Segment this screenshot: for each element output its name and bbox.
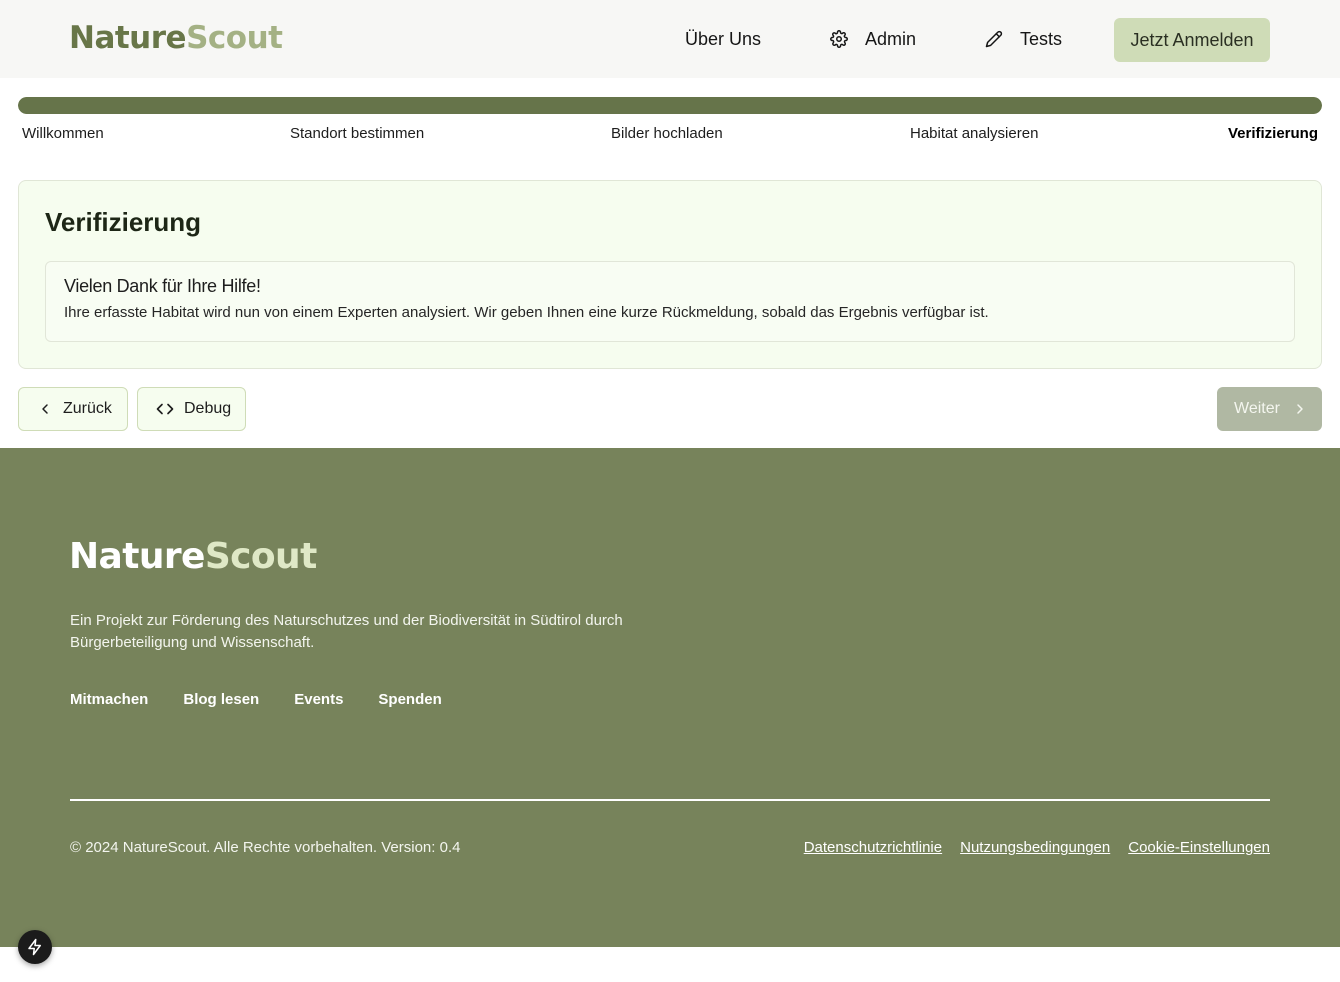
- thank-you-alert: Vielen Dank für Ihre Hilfe! Ihre erfasst…: [45, 261, 1295, 342]
- card-title: Verifizierung: [45, 207, 202, 237]
- step-standort[interactable]: Standort bestimmen: [290, 125, 424, 142]
- footer-nav: Mitmachen Blog lesen Events Spenden: [70, 691, 442, 708]
- cookie-settings-link[interactable]: Cookie-Einstellungen: [1128, 839, 1270, 856]
- site-header: NatureScout Über Uns Admin Tests Jetzt A…: [0, 0, 1340, 78]
- pencil-icon: [985, 30, 1003, 48]
- next-button[interactable]: Weiter: [1217, 387, 1322, 431]
- nav-admin-label: Admin: [865, 28, 917, 49]
- logo[interactable]: NatureScout: [69, 18, 283, 58]
- logo-text-nature: Nature: [69, 20, 187, 56]
- footer-divider: [70, 799, 1270, 801]
- step-willkommen[interactable]: Willkommen: [22, 125, 104, 142]
- alert-title: Vielen Dank für Ihre Hilfe!: [64, 276, 261, 296]
- copyright-text: © 2024 NatureScout. Alle Rechte vorbehal…: [70, 839, 461, 856]
- footer-logo-text-nature: Nature: [69, 536, 205, 577]
- footer-link-events[interactable]: Events: [294, 691, 343, 708]
- nav-about-label: Über Uns: [685, 28, 762, 49]
- back-button[interactable]: Zurück: [18, 387, 128, 431]
- nav-about-link[interactable]: Über Uns: [685, 26, 761, 52]
- chevron-right-icon: [1297, 404, 1303, 414]
- debug-button-label: Debug: [184, 400, 232, 417]
- site-footer: NatureScout Ein Projekt zur Förderung de…: [0, 448, 1340, 947]
- gear-icon: [830, 30, 848, 48]
- legal-links: Datenschutzrichtlinie Nutzungsbedingunge…: [804, 839, 1270, 856]
- bolt-icon: [28, 938, 41, 956]
- privacy-policy-link[interactable]: Datenschutzrichtlinie: [804, 839, 942, 856]
- footer-logo-text-scout: Scout: [204, 536, 317, 577]
- step-habitat[interactable]: Habitat analysieren: [910, 125, 1038, 142]
- code-icon: [156, 403, 174, 415]
- verification-card: Verifizierung Vielen Dank für Ihre Hilfe…: [18, 180, 1322, 369]
- debug-button[interactable]: Debug: [137, 387, 246, 431]
- footer-link-spenden[interactable]: Spenden: [378, 691, 441, 708]
- logo-text-scout: Scout: [186, 20, 283, 56]
- progress-bar: [18, 97, 1322, 114]
- step-bilder[interactable]: Bilder hochladen: [611, 125, 723, 142]
- progress-bar-fill: [18, 97, 1322, 114]
- back-button-label: Zurück: [63, 400, 112, 417]
- footer-logo[interactable]: NatureScout: [69, 536, 317, 577]
- dev-tools-button[interactable]: [18, 930, 52, 964]
- chevron-left-icon: [42, 404, 48, 414]
- next-button-label: Weiter: [1234, 400, 1280, 417]
- footer-description: Ein Projekt zur Förderung des Naturschut…: [70, 612, 623, 651]
- step-verifizierung[interactable]: Verifizierung: [1228, 125, 1318, 142]
- terms-link[interactable]: Nutzungsbedingungen: [960, 839, 1110, 856]
- nav-tests-label: Tests: [1020, 28, 1063, 49]
- nav-admin-link[interactable]: Admin: [830, 26, 916, 52]
- login-button[interactable]: Jetzt Anmelden: [1114, 18, 1270, 62]
- footer-link-mitmachen[interactable]: Mitmachen: [70, 691, 148, 708]
- nav-tests-link[interactable]: Tests: [985, 26, 1062, 52]
- alert-text: Ihre erfasste Habitat wird nun von einem…: [64, 304, 989, 321]
- footer-link-blog[interactable]: Blog lesen: [183, 691, 259, 708]
